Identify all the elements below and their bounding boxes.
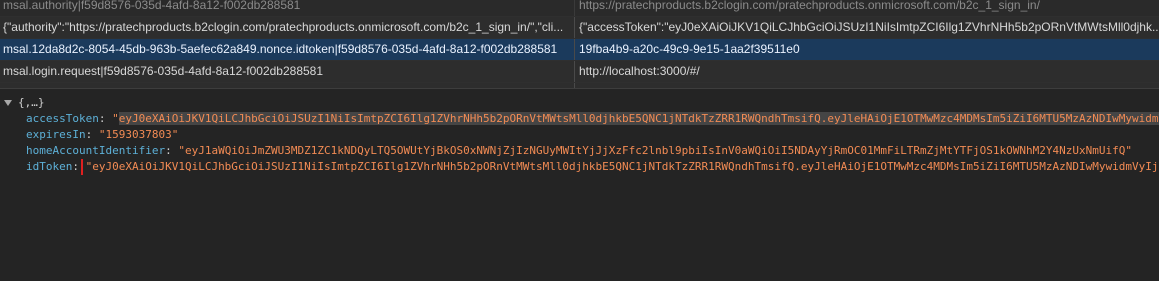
table-row[interactable]: msal.authority|f59d8576-035d-4afd-8a12-f… xyxy=(0,0,1159,17)
property-value: 1593037803 xyxy=(105,128,172,141)
property-key: expiresIn xyxy=(26,128,86,141)
table-cell-value: http://localhost:3000/#/ xyxy=(574,61,1159,82)
property-value: eyJ0eXAiOiJKV1QiLCJhbGciOiJSUzI1NiIsImtp… xyxy=(118,112,1159,125)
value-inspector: {,…} accessToken: "eyJ0eXAiOiJKV1QiLCJhb… xyxy=(0,88,1159,281)
table-cell-value: https://pratechproducts.b2clogin.com/pra… xyxy=(574,0,1159,16)
property-row-expiresin[interactable]: expiresIn: "1593037803" xyxy=(26,127,1159,143)
table-cell-value: {"accessToken":"eyJ0eXAiOiJKV1QiLCJhbGci… xyxy=(574,17,1159,38)
annotation-highlight-box: idToken: xyxy=(26,159,83,175)
table-row[interactable]: msal.login.request|f59d8576-035d-4afd-8a… xyxy=(0,61,1159,83)
devtools-storage-panel: msal.authority|f59d8576-035d-4afd-8a12-f… xyxy=(0,0,1159,281)
object-root[interactable]: {,…} xyxy=(4,95,45,111)
expand-triangle-icon[interactable] xyxy=(4,100,12,106)
storage-table: msal.authority|f59d8576-035d-4afd-8a12-f… xyxy=(0,0,1159,104)
table-cell-key: msal.login.request|f59d8576-035d-4afd-8a… xyxy=(3,64,324,78)
property-key: accessToken xyxy=(26,112,99,125)
property-row-accesstoken[interactable]: accessToken: "eyJ0eXAiOiJKV1QiLCJhbGciOi… xyxy=(26,111,1159,127)
property-value: eyJ1aWQiOiJmZWU3MDZ1ZC1kNDQyLTQ5OWUtYjBk… xyxy=(184,144,1126,157)
table-row-selected[interactable]: msal.12da8d2c-8054-45db-963b-5aefec62a84… xyxy=(0,39,1159,61)
property-key: idToken xyxy=(26,160,73,173)
property-row-homeaccountidentifier[interactable]: homeAccountIdentifier: "eyJ1aWQiOiJmZWU3… xyxy=(26,143,1159,159)
table-cell-key: msal.12da8d2c-8054-45db-963b-5aefec62a84… xyxy=(3,42,558,56)
table-cell-key: msal.authority|f59d8576-035d-4afd-8a12-f… xyxy=(3,0,301,12)
object-root-label: {,…} xyxy=(18,96,45,109)
property-row-idtoken[interactable]: idToken: "eyJ0eXAiOiJKV1QiLCJhbGciOiJSUz… xyxy=(26,159,1159,175)
table-cell-value: 19fba4b9-a20c-49c9-9e15-1aa2f39511e0 xyxy=(574,39,1159,60)
table-row[interactable]: {"authority":"https://pratechproducts.b2… xyxy=(0,17,1159,39)
property-value: eyJ0eXAiOiJKV1QiLCJhbGciOiJSUzI1NiIsImtp… xyxy=(92,160,1159,173)
property-key: homeAccountIdentifier xyxy=(26,144,166,157)
table-cell-key: {"authority":"https://pratechproducts.b2… xyxy=(3,20,564,34)
